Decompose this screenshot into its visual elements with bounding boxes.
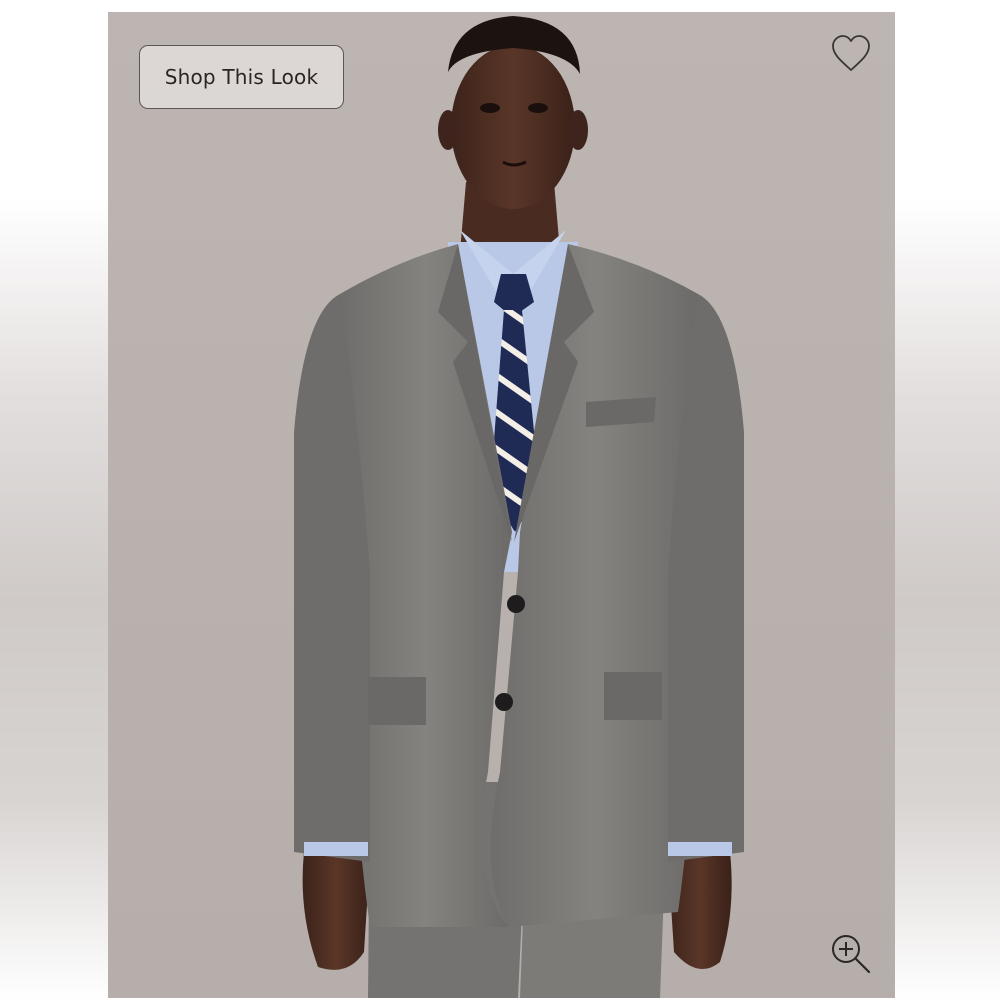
zoom-in-icon[interactable] (828, 931, 872, 975)
suit-model-image (108, 12, 895, 998)
heart-icon[interactable] (830, 34, 872, 74)
product-photo: Shop This Look (108, 12, 895, 998)
shop-this-look-button[interactable]: Shop This Look (139, 45, 344, 109)
product-page: Shop This Look (0, 0, 1000, 1000)
